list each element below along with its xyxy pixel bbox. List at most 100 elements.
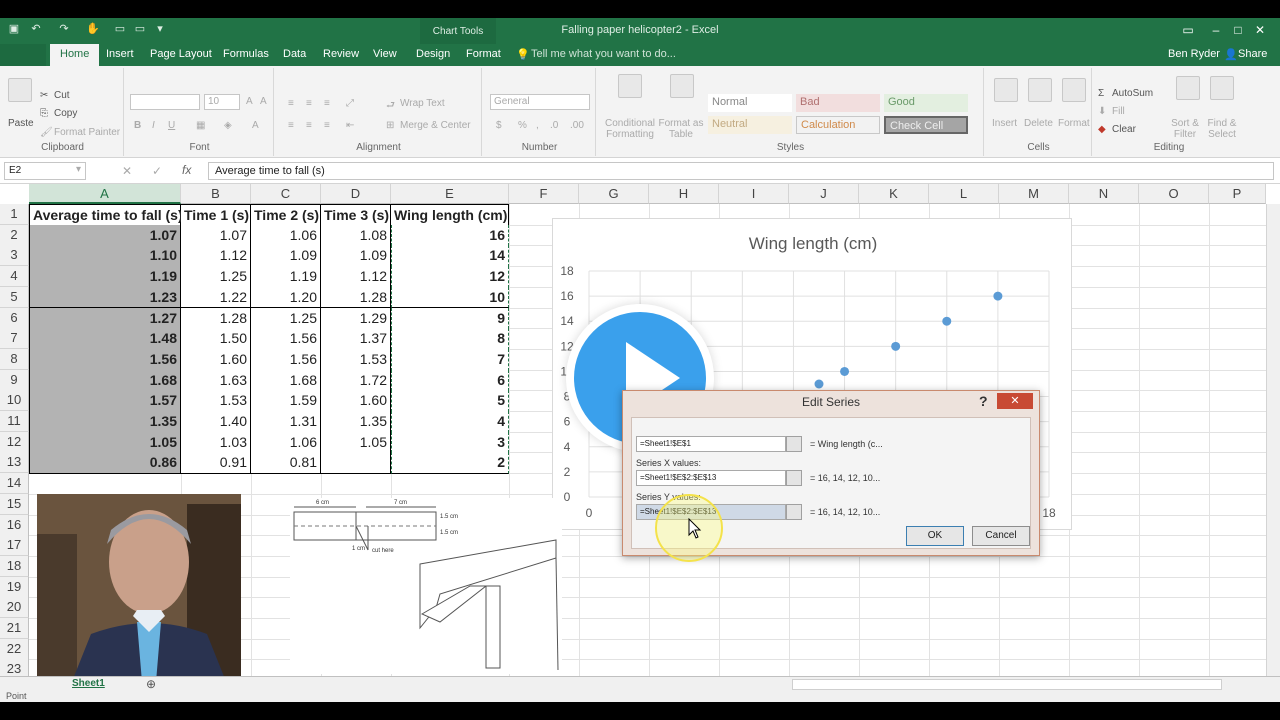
insert-cells-icon[interactable] [994, 78, 1018, 102]
indent-icon[interactable]: ⇤ [346, 120, 354, 131]
table-cell[interactable]: 1.60 [321, 390, 391, 412]
row-header-22[interactable]: 22 [0, 638, 29, 660]
table-cell[interactable]: 5 [391, 390, 509, 412]
header-cell[interactable]: Average time to fall (s) [29, 204, 183, 226]
name-box[interactable]: E2 [4, 162, 86, 180]
name-box-dropdown-icon[interactable]: ▾ [76, 164, 81, 175]
number-format-combo[interactable]: General [490, 94, 590, 110]
table-cell[interactable]: 10 [391, 286, 509, 309]
column-header-j[interactable]: J [789, 184, 859, 204]
table-cell[interactable]: 1.31 [251, 411, 321, 433]
column-header-c[interactable]: C [251, 184, 321, 204]
borders-icon[interactable]: ▦ [196, 120, 205, 131]
table-cell[interactable]: 1.60 [181, 348, 251, 371]
table-cell[interactable]: 1.28 [181, 307, 251, 330]
tab-format[interactable]: Format [466, 48, 501, 60]
table-cell[interactable]: 1.23 [29, 286, 181, 309]
column-header-i[interactable]: I [719, 184, 789, 204]
fill-button[interactable]: Fill [1112, 106, 1125, 117]
table-cell[interactable] [321, 452, 391, 475]
clear-button[interactable]: Clear [1112, 124, 1136, 135]
copy-button[interactable]: Copy [54, 108, 77, 119]
style-normal[interactable]: Normal [708, 94, 792, 112]
column-header-g[interactable]: G [579, 184, 649, 204]
column-header-b[interactable]: B [181, 184, 251, 204]
table-cell[interactable]: 1.25 [251, 307, 321, 330]
table-cell[interactable]: 1.09 [321, 245, 391, 268]
align-right-icon[interactable]: ≡ [324, 120, 330, 131]
row-header-14[interactable]: 14 [0, 473, 29, 495]
comma-icon[interactable]: , [536, 120, 539, 131]
row-header-8[interactable]: 8 [0, 348, 29, 370]
column-header-d[interactable]: D [321, 184, 391, 204]
table-cell[interactable]: 1.09 [251, 245, 321, 268]
tab-formulas[interactable]: Formulas [223, 48, 269, 60]
merge-center-button[interactable]: Merge & Center [400, 120, 471, 131]
column-header-e[interactable]: E [391, 184, 509, 204]
table-cell[interactable]: 3 [391, 431, 509, 454]
table-cell[interactable]: 1.35 [29, 411, 181, 433]
sheet-tab-sheet1[interactable]: Sheet1 [72, 678, 105, 689]
ok-button[interactable]: OK [906, 526, 964, 546]
italic-button[interactable]: I [152, 120, 155, 131]
find-select-button[interactable]: Find & Select [1204, 118, 1240, 140]
fill-color-icon[interactable]: ◈ [224, 120, 232, 131]
orientation-icon[interactable]: ⤢ [346, 98, 354, 109]
table-cell[interactable]: 1.12 [181, 245, 251, 268]
top-align-icon[interactable]: ≡ [288, 98, 294, 109]
table-cell[interactable]: 1.22 [181, 286, 251, 309]
align-center-icon[interactable]: ≡ [306, 120, 312, 131]
confirm-entry-icon[interactable]: ✓ [152, 164, 162, 178]
table-cell[interactable]: 6 [391, 369, 509, 392]
column-header-k[interactable]: K [859, 184, 929, 204]
table-cell[interactable]: 1.28 [321, 286, 391, 309]
table-cell[interactable]: 16 [391, 224, 509, 247]
table-cell[interactable]: 1.56 [29, 348, 181, 371]
row-header-6[interactable]: 6 [0, 307, 29, 329]
header-cell[interactable]: Time 2 (s) [251, 204, 321, 226]
table-cell[interactable]: 7 [391, 348, 509, 371]
user-name[interactable]: Ben Ryder [1168, 48, 1220, 60]
row-header-10[interactable]: 10 [0, 390, 29, 412]
table-cell[interactable]: 1.48 [29, 328, 181, 350]
style-bad[interactable]: Bad [796, 94, 880, 112]
cut-icon[interactable]: ✂ [40, 90, 48, 101]
align-left-icon[interactable]: ≡ [288, 120, 294, 131]
header-cell[interactable]: Time 1 (s) [181, 204, 251, 226]
tell-me-box[interactable]: Tell me what you want to do... [531, 48, 676, 60]
column-header-l[interactable]: L [929, 184, 999, 204]
row-header-5[interactable]: 5 [0, 286, 29, 308]
table-cell[interactable]: 14 [391, 245, 509, 268]
conditional-formatting-button[interactable]: Conditional Formatting [600, 118, 660, 140]
row-header-2[interactable]: 2 [0, 224, 29, 246]
table-cell[interactable]: 1.72 [321, 369, 391, 392]
table-cell[interactable]: 1.35 [321, 411, 391, 433]
font-name-combo[interactable] [130, 94, 200, 110]
table-cell[interactable]: 9 [391, 307, 509, 330]
currency-icon[interactable]: $ [496, 120, 502, 131]
table-cell[interactable]: 1.19 [251, 266, 321, 288]
table-cell[interactable]: 1.19 [29, 266, 181, 288]
row-header-12[interactable]: 12 [0, 431, 29, 453]
table-cell[interactable]: 1.10 [29, 245, 181, 268]
series-name-collapse-icon[interactable] [786, 436, 802, 452]
minimize-icon[interactable]: – [1208, 22, 1224, 38]
table-cell[interactable]: 1.27 [29, 307, 181, 330]
x-values-field[interactable]: =Sheet1!$E$2:$E$13 [636, 470, 786, 486]
table-cell[interactable]: 1.53 [321, 348, 391, 371]
merge-icon[interactable]: ⊞ [386, 120, 394, 131]
table-cell[interactable]: 1.53 [181, 390, 251, 412]
table-cell[interactable]: 1.63 [181, 369, 251, 392]
table-cell[interactable]: 1.59 [251, 390, 321, 412]
table-cell[interactable]: 8 [391, 328, 509, 350]
horizontal-scrollbar[interactable] [792, 679, 1222, 690]
vertical-scrollbar[interactable] [1266, 204, 1280, 676]
style-neutral[interactable]: Neutral [708, 116, 792, 134]
tab-home[interactable]: Home [50, 44, 100, 66]
font-color-icon[interactable]: A [252, 120, 259, 131]
decrease-decimal-icon[interactable]: .00 [570, 120, 584, 131]
autosum-button[interactable]: AutoSum [1112, 88, 1153, 99]
table-cell[interactable]: 1.40 [181, 411, 251, 433]
table-cell[interactable]: 1.03 [181, 431, 251, 454]
wrap-text-icon[interactable]: ⮐ [386, 98, 395, 115]
